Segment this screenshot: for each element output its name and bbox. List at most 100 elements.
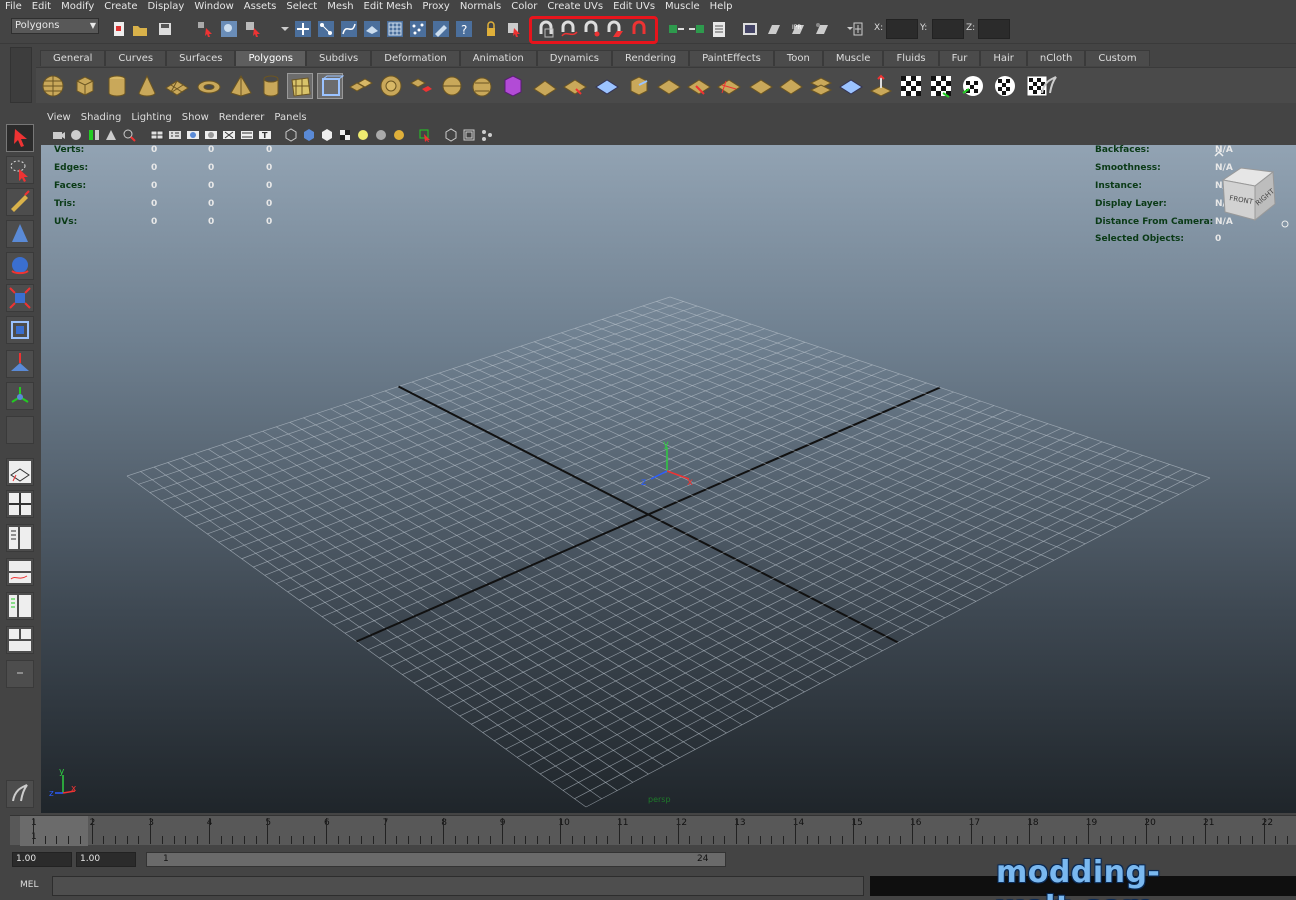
poly-sphere-icon[interactable] <box>40 73 66 99</box>
input-field-mode-icon[interactable] <box>845 20 863 38</box>
perspective-viewport[interactable]: Verts: Edges: Faces: Tris: UVs: 0 0 0 0 … <box>41 145 1296 813</box>
select-dynamics-icon[interactable] <box>409 20 427 38</box>
open-scene-icon[interactable] <box>131 20 149 38</box>
tab-curves[interactable]: Curves <box>105 50 167 66</box>
panel-menu-view[interactable]: View <box>42 111 76 125</box>
average-vertices-icon[interactable] <box>500 73 526 99</box>
mask-dropdown-icon[interactable] <box>276 20 294 38</box>
extract-icon[interactable] <box>408 73 434 99</box>
gold-sphere-icon[interactable] <box>392 128 406 142</box>
soft-mod-tool-icon[interactable] <box>6 350 34 378</box>
xray-joints-icon[interactable] <box>320 128 334 142</box>
hypershade-layout-icon[interactable] <box>6 592 34 620</box>
panel-menu-panels[interactable]: Panels <box>269 111 311 125</box>
z-input[interactable] <box>978 19 1010 39</box>
y-input[interactable] <box>932 19 964 39</box>
separate-icon[interactable] <box>378 73 404 99</box>
poly-torus-icon[interactable] <box>196 73 222 99</box>
last-tool-slot[interactable] <box>6 416 34 444</box>
select-deformations-icon[interactable] <box>386 20 404 38</box>
menu-edit[interactable]: Edit <box>27 0 56 14</box>
image-plane-icon[interactable] <box>104 128 118 142</box>
save-scene-icon[interactable] <box>156 20 174 38</box>
tab-ncloth[interactable]: nCloth <box>1026 50 1086 66</box>
four-view-layout-icon[interactable] <box>6 490 34 518</box>
select-hierarchy-icon[interactable] <box>196 20 214 38</box>
tab-muscle[interactable]: Muscle <box>822 50 884 66</box>
outputs-from-selection-icon[interactable] <box>688 20 706 38</box>
bridge-icon[interactable] <box>562 73 588 99</box>
xray-icon[interactable] <box>302 128 316 142</box>
select-handles-icon[interactable] <box>294 20 312 38</box>
automatic-mapping-icon[interactable] <box>992 73 1018 99</box>
extrude-edge-icon[interactable] <box>656 73 682 99</box>
manipulator-tool-icon[interactable] <box>6 316 34 344</box>
menu-select[interactable]: Select <box>281 0 322 14</box>
append-poly-icon[interactable] <box>594 73 620 99</box>
lasso-tool-icon[interactable] <box>6 156 34 184</box>
menu-muscle[interactable]: Muscle <box>660 0 705 14</box>
smooth-shade-icon[interactable] <box>168 128 182 142</box>
open-render-view-icon[interactable] <box>741 20 759 38</box>
mel-input[interactable] <box>52 876 864 896</box>
layout-dropdown-icon[interactable] <box>6 660 34 688</box>
outliner-perspective-layout-icon[interactable] <box>6 524 34 552</box>
panel-menu-lighting[interactable]: Lighting <box>126 111 176 125</box>
show-manipulator-icon[interactable] <box>6 382 34 410</box>
select-surfaces-icon[interactable] <box>363 20 381 38</box>
booleans-icon[interactable] <box>439 73 465 99</box>
maya-logo-icon[interactable] <box>6 780 34 808</box>
menu-normals[interactable]: Normals <box>455 0 506 14</box>
menu-modify[interactable]: Modify <box>56 0 99 14</box>
select-object-icon[interactable] <box>220 20 238 38</box>
menu-create-uvs[interactable]: Create UVs <box>542 0 608 14</box>
time-slider[interactable]: 1 12345678910111213141516171819202122 <box>10 815 1296 846</box>
ipr-render-icon[interactable]: IPR <box>789 20 807 38</box>
tab-subdivs[interactable]: Subdivs <box>305 50 372 66</box>
render-current-frame-icon[interactable] <box>765 20 783 38</box>
smooth-icon[interactable] <box>469 73 495 99</box>
start-time-field[interactable]: 1.00 <box>12 852 72 867</box>
menu-edit-mesh[interactable]: Edit Mesh <box>359 0 418 14</box>
menu-set-dropdown[interactable]: Polygons ▼ <box>11 18 99 34</box>
viewcube-menu-icon[interactable] <box>1281 220 1289 228</box>
shelf-menu-handle[interactable] <box>10 47 32 103</box>
append-to-polygon-icon[interactable] <box>317 73 344 99</box>
tab-dynamics[interactable]: Dynamics <box>536 50 613 66</box>
scale-tool-icon[interactable] <box>6 284 34 312</box>
menu-help[interactable]: Help <box>705 0 738 14</box>
rotate-tool-icon[interactable] <box>6 252 34 280</box>
select-component-icon[interactable] <box>244 20 262 38</box>
viewcube[interactable]: FRONT RIGHT <box>1211 150 1291 230</box>
home-icon[interactable] <box>1214 150 1224 157</box>
tab-animation[interactable]: Animation <box>459 50 537 66</box>
combine-icon[interactable] <box>348 73 374 99</box>
tab-painteffects[interactable]: PaintEffects <box>689 50 774 66</box>
select-rendering-icon[interactable] <box>432 20 450 38</box>
extrude-icon[interactable] <box>532 73 558 99</box>
checker-icon[interactable] <box>338 128 352 142</box>
tab-custom[interactable]: Custom <box>1085 50 1150 66</box>
spherical-mapping-icon[interactable] <box>960 73 986 99</box>
panel-menu-renderer[interactable]: Renderer <box>214 111 270 125</box>
create-polygon-tool-icon[interactable] <box>287 73 313 99</box>
tab-deformation[interactable]: Deformation <box>371 50 460 66</box>
hud-text-icon[interactable]: T <box>258 128 272 142</box>
poly-cylinder-icon[interactable] <box>104 73 130 99</box>
tab-fur[interactable]: Fur <box>938 50 981 66</box>
menu-display[interactable]: Display <box>142 0 189 14</box>
film-gate-icon[interactable] <box>462 128 476 142</box>
insert-edge-loop-icon[interactable] <box>716 73 742 99</box>
sculpt-geometry-icon[interactable] <box>868 73 894 99</box>
wireframe-icon[interactable] <box>150 128 164 142</box>
tab-general[interactable]: General <box>40 50 106 66</box>
menu-edit-uvs[interactable]: Edit UVs <box>608 0 660 14</box>
tab-polygons[interactable]: Polygons <box>235 50 306 66</box>
poly-pyramid-icon[interactable] <box>228 73 254 99</box>
cylindrical-mapping-icon[interactable] <box>928 73 954 99</box>
select-curves-icon[interactable] <box>340 20 358 38</box>
new-scene-icon[interactable] <box>110 20 128 38</box>
camera-attributes-icon[interactable] <box>69 128 83 142</box>
playback-start-field[interactable]: 1.00 <box>76 852 136 867</box>
menu-window[interactable]: Window <box>189 0 238 14</box>
